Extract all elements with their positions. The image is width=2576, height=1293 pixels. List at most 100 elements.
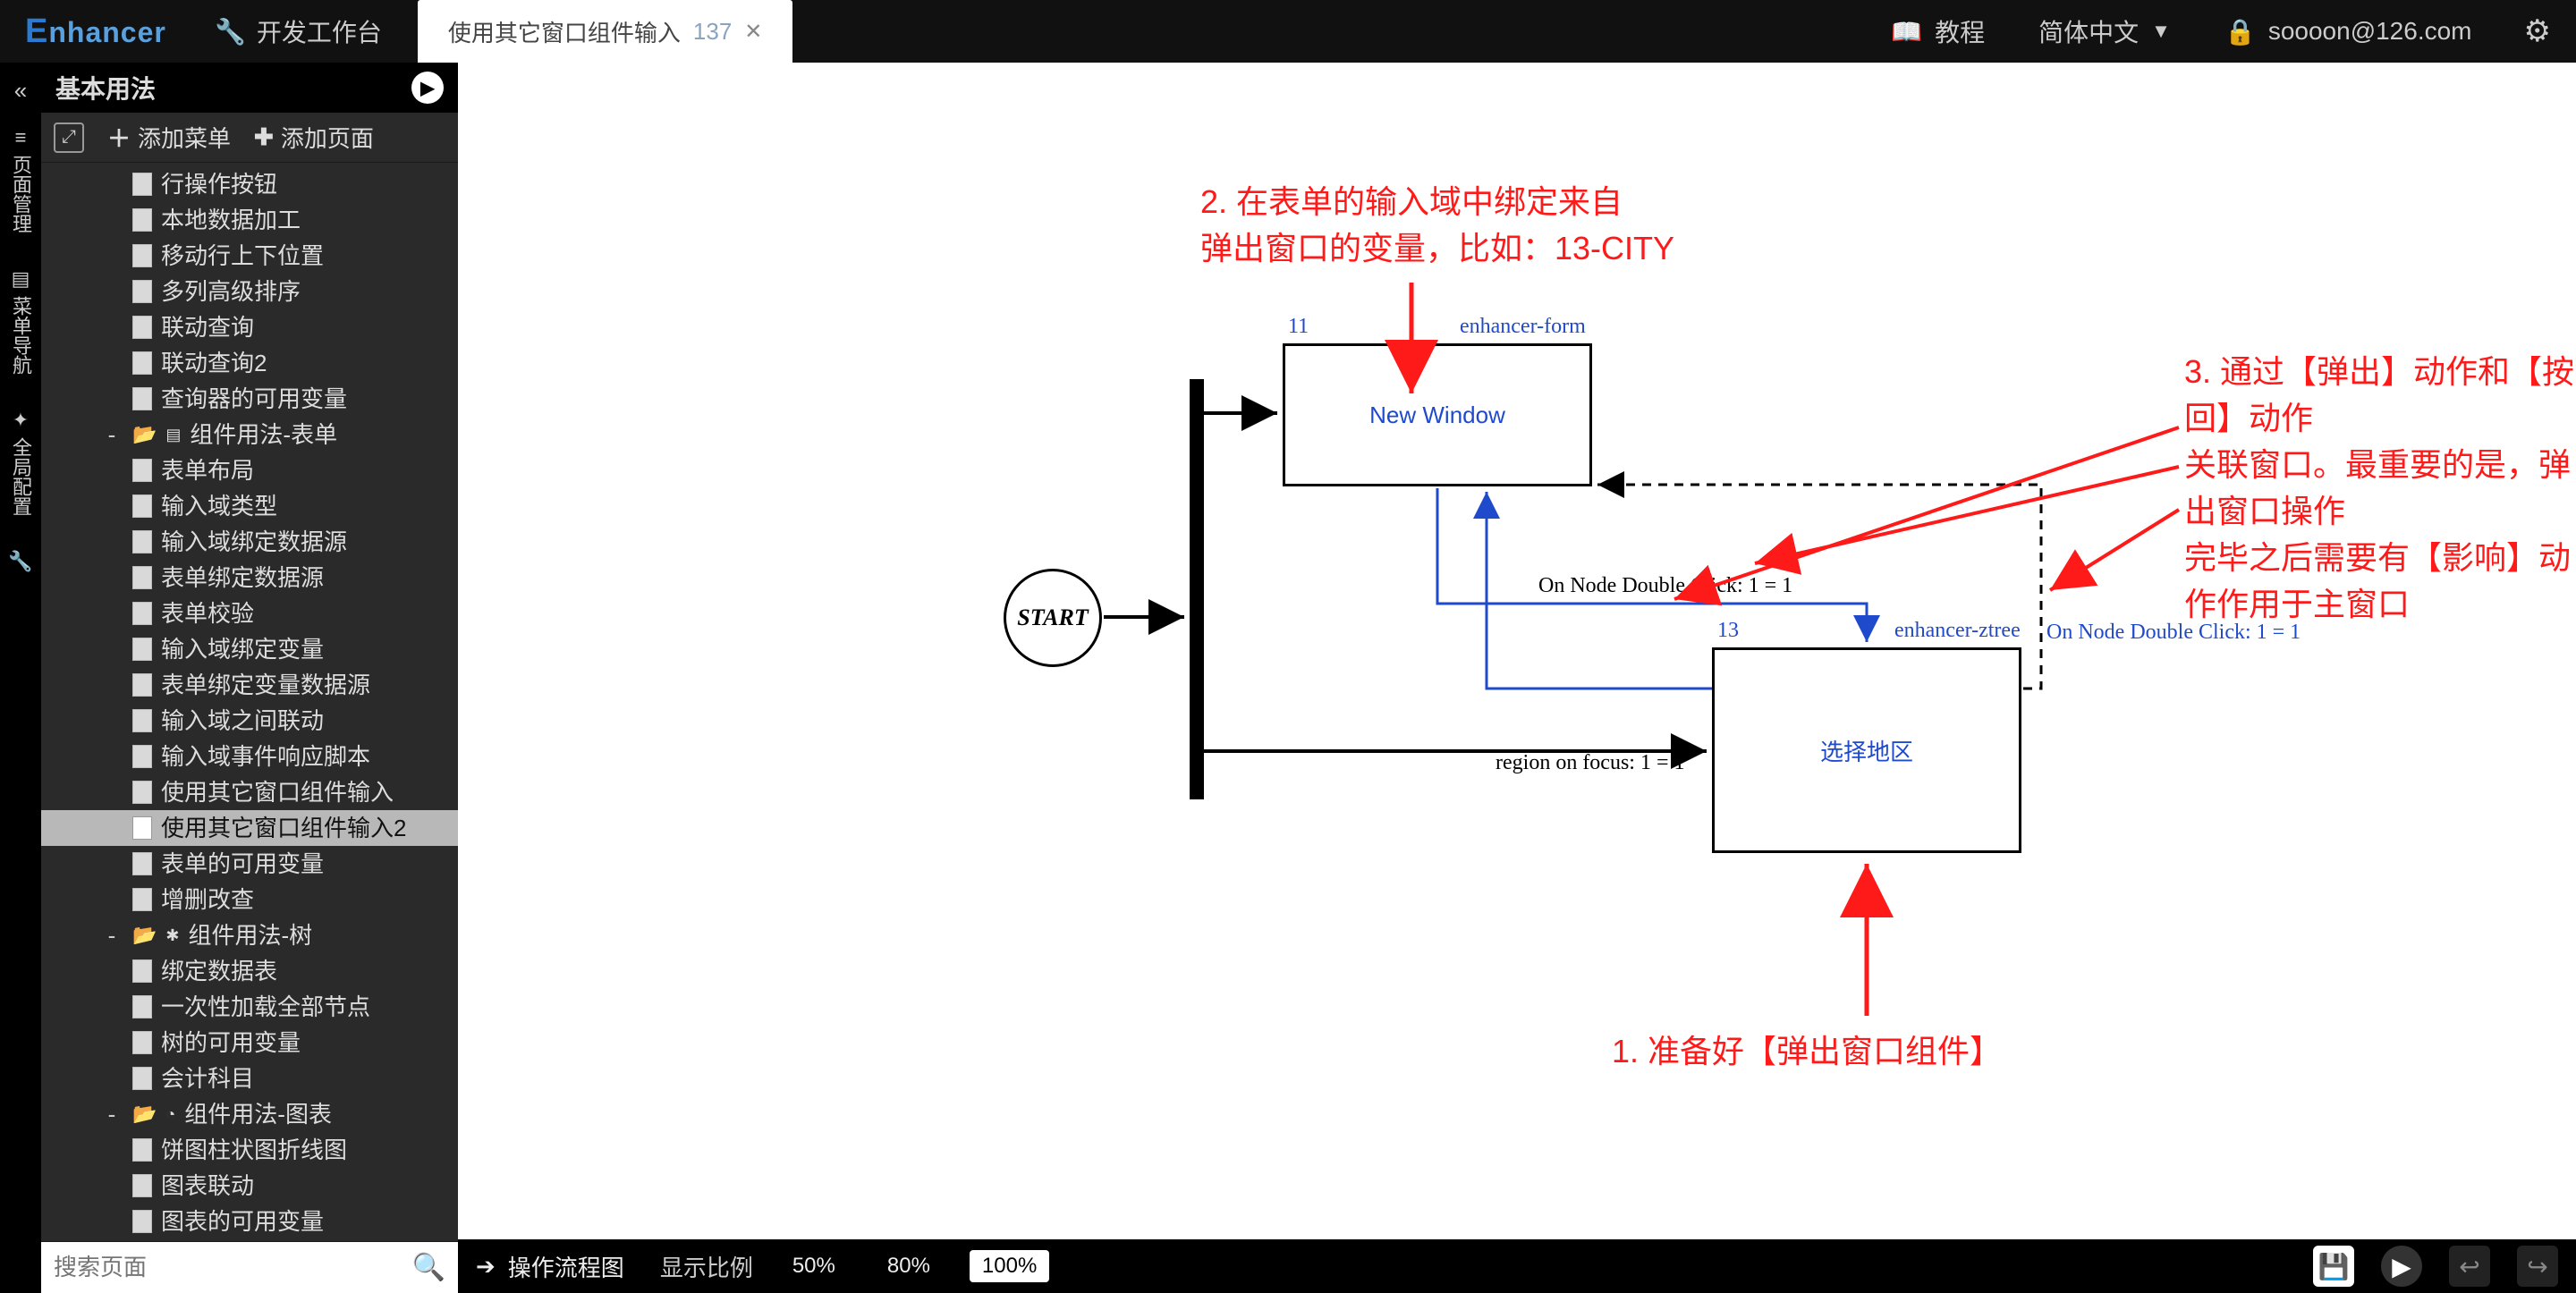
undo-button[interactable]: ↩ — [2449, 1246, 2490, 1287]
wrench-icon: 🔧 — [215, 17, 246, 46]
tree-file-item[interactable]: 查询器的可用变量 — [41, 381, 458, 417]
user-menu[interactable]: 🔒 soooon@126.com — [2198, 17, 2499, 46]
tree-file-item[interactable]: 输入域类型 — [41, 488, 458, 524]
search-input[interactable] — [54, 1254, 403, 1281]
tree-item-label: 增删改查 — [161, 882, 254, 917]
folder-icon: 📂 — [132, 1096, 157, 1132]
language-select[interactable]: 简体中文 ▼ — [2012, 13, 2198, 49]
tree-file-item[interactable]: 表单绑定变量数据源 — [41, 667, 458, 703]
tree-file-item[interactable]: 表单布局 — [41, 452, 458, 488]
bottom-bar: ➔ 操作流程图 显示比例 50% 80% 100% 💾 ▶ ↩ ↪ — [458, 1239, 2576, 1293]
file-icon — [132, 244, 152, 267]
box13-num: 13 — [1717, 619, 1739, 643]
tree-file-item[interactable]: 表单校验 — [41, 596, 458, 631]
tree-file-item[interactable]: 使用其它窗口组件输入2 — [41, 810, 458, 846]
fold-toggle-icon[interactable]: - — [100, 917, 123, 953]
settings-button[interactable]: ⚙ — [2499, 13, 2576, 49]
undo-icon: ↩ — [2459, 1252, 2479, 1281]
run-button[interactable]: ▶ — [411, 72, 444, 104]
main-area: 2. 在表单的输入域中绑定来自 弹出窗口的变量，比如：13-CITY 3. 通过… — [458, 63, 2576, 1293]
tree-file-item[interactable]: 图表联动 — [41, 1168, 458, 1204]
tree-file-item[interactable]: 输入域事件响应脚本 — [41, 739, 458, 774]
language-label: 简体中文 — [2038, 13, 2139, 49]
tree-file-item[interactable]: 饼图柱状图折线图 — [41, 1132, 458, 1168]
tree-item-label: 输入域之间联动 — [161, 703, 324, 739]
rail-tab-global[interactable]: ✦全局配置 — [6, 396, 35, 528]
zoom-50[interactable]: 50% — [780, 1250, 848, 1282]
caret-down-icon: ▼ — [2151, 20, 2171, 43]
box-new-window[interactable]: New Window — [1283, 343, 1592, 486]
add-menu-button[interactable]: ＋添加菜单 — [107, 121, 231, 154]
sidebar-search: 🔍 — [41, 1241, 458, 1293]
tree-file-item[interactable]: 本地数据加工 — [41, 202, 458, 238]
tree-file-item[interactable]: 使用其它窗口组件输入 — [41, 774, 458, 810]
annotation-2: 2. 在表单的输入域中绑定来自 弹出窗口的变量，比如：13-CITY — [1200, 179, 1674, 272]
close-tab-icon[interactable]: ✕ — [744, 19, 762, 45]
zoom-100[interactable]: 100% — [970, 1250, 1049, 1282]
tab-title: 使用其它窗口组件输入 — [448, 15, 681, 48]
tree-file-item[interactable]: 会计科目 — [41, 1061, 458, 1096]
file-icon — [132, 387, 152, 410]
tree-item-label: 图表联动 — [161, 1168, 254, 1204]
fold-toggle-icon[interactable]: - — [100, 1096, 123, 1132]
tree-file-item[interactable]: 表单的可用变量 — [41, 846, 458, 882]
tree-item-label: 饼图柱状图折线图 — [161, 1132, 347, 1168]
rail-tab-menu[interactable]: ▤菜单导航 — [6, 255, 35, 387]
tree-file-item[interactable]: 联动查询 — [41, 309, 458, 345]
list-icon: ≡ — [15, 126, 27, 149]
tree-file-item[interactable]: 图表的可用变量 — [41, 1204, 458, 1239]
file-icon — [132, 1067, 152, 1090]
zoom-80[interactable]: 80% — [875, 1250, 943, 1282]
search-icon[interactable]: 🔍 — [412, 1252, 445, 1283]
tree-file-item[interactable]: 联动查询2 — [41, 345, 458, 381]
tree-item-label: 组件用法-表单 — [190, 417, 337, 452]
open-tab[interactable]: 使用其它窗口组件输入 137 ✕ — [418, 0, 793, 63]
tree-item-label: 组件用法-树 — [189, 917, 313, 953]
tree-file-item[interactable]: 表单绑定数据源 — [41, 560, 458, 596]
tutorial-link[interactable]: 📖 教程 — [1864, 13, 2012, 49]
tree-file-item[interactable]: 多列高级排序 — [41, 274, 458, 309]
add-page-button[interactable]: ✚添加页面 — [254, 121, 374, 154]
tree-item-label: 表单的可用变量 — [161, 846, 324, 882]
tree-file-item[interactable]: 增删改查 — [41, 882, 458, 917]
sidebar-header: 基本用法 ▶ — [41, 63, 458, 113]
box13-type: enhancer-ztree — [1894, 619, 2021, 643]
edge-label-click1: On Node Double Click: 1 = 1 — [1538, 574, 1792, 598]
side-rail: « ≡页面管理 ▤菜单导航 ✦全局配置 🔧 — [0, 63, 41, 1293]
sidebar-toolbar: ⤢ ＋添加菜单 ✚添加页面 — [41, 113, 458, 163]
tree-file-item[interactable]: 行操作按钮 — [41, 166, 458, 202]
fold-toggle-icon[interactable]: - — [100, 417, 123, 452]
diagram-canvas[interactable]: 2. 在表单的输入域中绑定来自 弹出窗口的变量，比如：13-CITY 3. 通过… — [458, 63, 2576, 1239]
tree-folder-item[interactable]: -📂◔组件用法-图表 — [41, 1096, 458, 1132]
collapse-rail-icon[interactable]: « — [14, 77, 27, 105]
file-icon — [132, 816, 152, 840]
start-node[interactable]: START — [1004, 569, 1102, 667]
save-button[interactable]: 💾 — [2313, 1246, 2354, 1287]
flowchart-button[interactable]: ➔ 操作流程图 — [476, 1250, 624, 1283]
tree-folder-item[interactable]: -📂▤组件用法-表单 — [41, 417, 458, 452]
tree-item-label: 联动查询2 — [161, 345, 267, 381]
expand-button[interactable]: ⤢ — [54, 123, 84, 153]
tree-folder-item[interactable]: -📂✱组件用法-树 — [41, 917, 458, 953]
tree-item-label: 组件用法-图表 — [184, 1096, 332, 1132]
edge-label-region: region on focus: 1 = 1 — [1496, 751, 1685, 775]
tree-file-item[interactable]: 树的可用变量 — [41, 1025, 458, 1061]
tree-file-item[interactable]: 输入域绑定数据源 — [41, 524, 458, 560]
tree-file-item[interactable]: 一次性加载全部节点 — [41, 989, 458, 1025]
tree-file-item[interactable]: 输入域绑定变量 — [41, 631, 458, 667]
redo-button[interactable]: ↪ — [2517, 1246, 2558, 1287]
tree-file-item[interactable]: 移动行上下位置 — [41, 238, 458, 274]
tree-file-item[interactable]: 绑定数据表 — [41, 953, 458, 989]
wrench-icon: 🔧 — [8, 550, 32, 573]
tree-item-label: 多列高级排序 — [161, 274, 301, 309]
play-button[interactable]: ▶ — [2381, 1246, 2422, 1287]
tree-item-label: 表单绑定数据源 — [161, 560, 324, 596]
tree-file-item[interactable]: 输入域之间联动 — [41, 703, 458, 739]
rail-tab-pages[interactable]: ≡页面管理 — [6, 114, 35, 246]
tree-item-label: 输入域绑定变量 — [161, 631, 324, 667]
tree-item-label: 会计科目 — [161, 1061, 254, 1096]
rail-tab-tool[interactable]: 🔧 — [8, 537, 32, 586]
sidebar-title: 基本用法 — [55, 70, 156, 106]
workbench-link[interactable]: 🔧 开发工作台 — [179, 13, 418, 49]
box-select-region[interactable]: 选择地区 — [1712, 647, 2021, 853]
